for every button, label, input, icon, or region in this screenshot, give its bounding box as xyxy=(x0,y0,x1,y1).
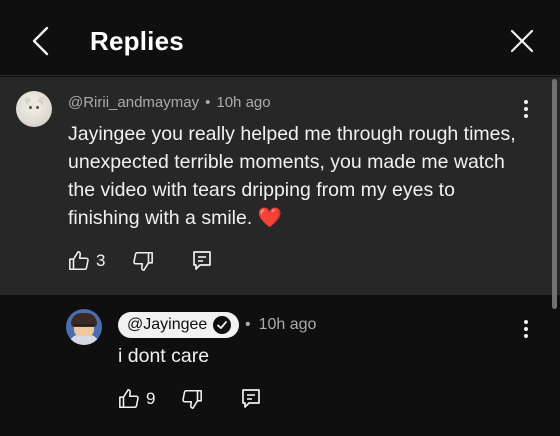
thumbs-down-icon xyxy=(182,389,203,409)
like-button[interactable]: 9 xyxy=(118,388,155,410)
avatar[interactable] xyxy=(16,91,52,127)
comment-meta: @Ririi_andmaymay • 10h ago xyxy=(68,93,271,113)
close-button[interactable] xyxy=(508,27,536,55)
verified-check-icon xyxy=(213,316,232,334)
reply-comment: @Jayingee • 10h ago i dont care xyxy=(0,295,560,436)
thumbs-down-icon xyxy=(133,251,154,271)
parent-comment: @Ririi_andmaymay • 10h ago Jayingee you re… xyxy=(0,77,560,295)
reply-icon xyxy=(242,389,261,408)
reply-author: @Jayingee xyxy=(127,316,208,333)
reply-more-button[interactable] xyxy=(516,317,536,341)
header: Replies xyxy=(0,0,560,76)
reply-meta: • 10h ago xyxy=(245,315,316,335)
reply-time: 10h ago xyxy=(258,316,317,333)
reply-actions: 9 xyxy=(118,388,261,410)
reply-icon xyxy=(193,251,212,270)
meta-separator: • xyxy=(205,94,211,111)
comment-text: Jayingee you really helped me through ro… xyxy=(68,120,523,232)
meta-separator: • xyxy=(245,316,251,333)
back-button[interactable] xyxy=(26,24,54,58)
comment-actions: 3 xyxy=(68,250,212,272)
avatar[interactable] xyxy=(66,309,102,345)
more-vert-icon xyxy=(524,100,528,104)
more-vert-icon xyxy=(524,320,528,324)
scrollbar[interactable] xyxy=(552,79,557,309)
comment-time: 10h ago xyxy=(216,94,271,111)
chevron-left-icon xyxy=(32,26,49,56)
like-count: 3 xyxy=(96,251,106,270)
close-icon xyxy=(510,29,534,53)
reply-button[interactable] xyxy=(192,250,212,272)
page-title: Replies xyxy=(90,26,184,56)
dislike-button[interactable] xyxy=(181,388,203,410)
comment-more-button[interactable] xyxy=(516,97,536,121)
reply-button[interactable] xyxy=(241,388,261,410)
dislike-button[interactable] xyxy=(132,250,154,272)
reply-text: i dont care xyxy=(118,345,210,367)
creator-badge[interactable]: @Jayingee xyxy=(118,312,240,338)
thumbs-up-icon xyxy=(119,389,139,409)
like-button[interactable]: 3 xyxy=(68,250,105,272)
comment-body: Jayingee you really helped me through ro… xyxy=(68,123,516,229)
comment-author[interactable]: @Ririi_andmaymay xyxy=(68,94,199,111)
like-count: 9 xyxy=(146,389,156,408)
heart-emoji: ❤️ xyxy=(257,207,282,229)
thumbs-up-icon xyxy=(69,251,89,271)
